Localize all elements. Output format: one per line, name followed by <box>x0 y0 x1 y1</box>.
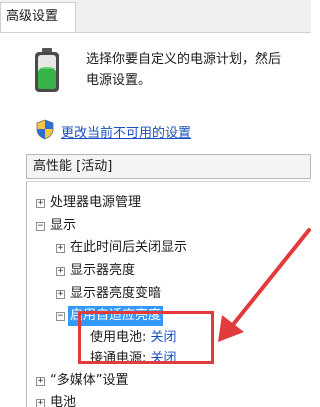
tree-item-label: 电池 <box>50 395 77 407</box>
tree-item-label: 显示 <box>50 218 77 233</box>
tree-item-label: 显示器亮度变暗 <box>70 286 162 301</box>
expand-toggle[interactable]: + <box>36 199 45 208</box>
tree-item-label: 处理器电源管理 <box>50 195 142 210</box>
collapse-toggle[interactable]: − <box>36 222 45 231</box>
expand-toggle[interactable]: + <box>56 244 65 253</box>
tree-item-label: “多媒体”设置 <box>50 373 129 388</box>
expand-toggle[interactable]: + <box>56 267 65 276</box>
intro-line-2: 电源设置。 <box>86 73 152 88</box>
collapse-toggle[interactable]: − <box>56 312 65 321</box>
expand-toggle[interactable]: + <box>36 377 45 386</box>
power-plan-select[interactable]: 高性能 [活动] <box>26 154 311 179</box>
annotation-highlight-box <box>78 311 214 364</box>
intro-line-1: 选择你要自定义的电源计划，然后 <box>86 52 282 67</box>
intro-text: 选择你要自定义的电源计划，然后 电源设置。 <box>86 49 311 91</box>
battery-icon <box>35 48 59 92</box>
change-unavailable-settings-link[interactable]: 更改当前不可用的设置 <box>61 122 191 141</box>
advanced-settings-panel: 选择你要自定义的电源计划，然后 电源设置。 更改当前不可用的设置 高性能 [活动… <box>0 32 311 407</box>
shield-icon <box>36 119 54 140</box>
expand-toggle[interactable]: + <box>56 290 65 299</box>
expand-toggle[interactable]: + <box>36 399 45 407</box>
tree-item-label: 在此时间后关闭显示 <box>70 240 188 255</box>
tree-item-label: 显示器亮度 <box>70 263 136 278</box>
tab-advanced-settings[interactable]: 高级设置 <box>0 2 76 33</box>
